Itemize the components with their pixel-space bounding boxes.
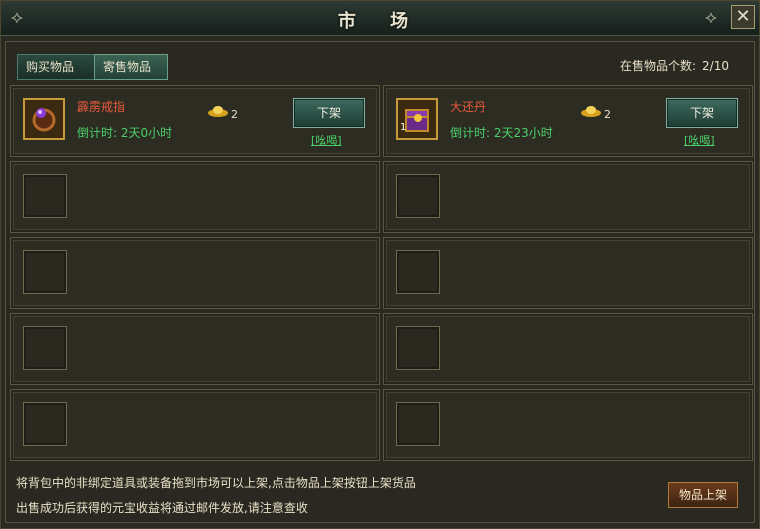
empty-item-box[interactable] xyxy=(23,250,67,294)
help-text-line2: 出售成功后获得的元宝收益将通过邮件发放,请注意查收 xyxy=(16,501,308,515)
item-price: 2 xyxy=(231,108,238,121)
gold-ingot-icon xyxy=(207,104,229,121)
items-on-sale-value: 2/10 xyxy=(702,59,729,73)
treasure-chest-icon[interactable]: 1 xyxy=(396,98,438,140)
empty-item-box[interactable] xyxy=(396,326,440,370)
help-text-line1: 将背包中的非绑定道具或装备拖到市场可以上架,点击物品上架按钮上架货品 xyxy=(16,476,416,490)
empty-slot[interactable] xyxy=(383,237,753,309)
listing-slot[interactable]: 霹雳戒指 2 倒计时: 2天0小时 下架 [吆喝] xyxy=(10,85,380,157)
empty-item-box[interactable] xyxy=(396,402,440,446)
empty-slot[interactable] xyxy=(383,161,753,233)
shout-link[interactable]: [吆喝] xyxy=(684,132,715,148)
window-title: 市 场 xyxy=(337,11,423,32)
tab-buy[interactable]: 购买物品 xyxy=(17,54,95,80)
empty-slot[interactable] xyxy=(383,313,753,385)
title-bar[interactable]: ⟡ 市 场 ⟡ ✕ xyxy=(1,1,759,36)
close-button[interactable]: ✕ xyxy=(731,5,755,29)
empty-slot[interactable] xyxy=(10,237,380,309)
item-price: 2 xyxy=(604,108,611,121)
items-on-sale-count: 在售物品个数: 2/10 xyxy=(614,57,729,74)
empty-item-box[interactable] xyxy=(23,402,67,446)
items-on-sale-label: 在售物品个数: xyxy=(620,59,697,73)
empty-item-box[interactable] xyxy=(23,326,67,370)
item-name: 霹雳戒指 xyxy=(77,100,126,114)
ornament-icon: ⟡ xyxy=(705,7,717,28)
empty-item-box[interactable] xyxy=(396,250,440,294)
countdown-timer: 倒计时: 2天0小时 xyxy=(77,126,173,140)
tab-consign[interactable]: 寄售物品 xyxy=(94,54,168,80)
close-icon[interactable]: ✕ xyxy=(735,6,750,27)
empty-slot[interactable] xyxy=(10,161,380,233)
item-quantity: 1 xyxy=(400,122,407,133)
empty-slot[interactable] xyxy=(10,389,380,461)
empty-slot[interactable] xyxy=(383,389,753,461)
market-window: ⟡ 市 场 ⟡ ✕ 购买物品 寄售物品 在售物品个数: 2/10 霹雳戒指 2 倒… xyxy=(0,0,760,529)
list-item-button[interactable]: 物品上架 xyxy=(668,482,738,508)
ring-icon[interactable] xyxy=(23,98,65,140)
delist-button[interactable]: 下架 xyxy=(293,98,365,128)
delist-button[interactable]: 下架 xyxy=(666,98,738,128)
item-name: 大还丹 xyxy=(450,100,487,114)
listing-slot[interactable]: 1 大还丹 2 倒计时: 2天23小时 下架 [吆喝] xyxy=(383,85,753,157)
content-panel: 购买物品 寄售物品 在售物品个数: 2/10 霹雳戒指 2 倒计时: 2天0小时 … xyxy=(5,41,755,523)
empty-item-box[interactable] xyxy=(23,174,67,218)
empty-item-box[interactable] xyxy=(396,174,440,218)
shout-link[interactable]: [吆喝] xyxy=(311,132,342,148)
gold-ingot-icon xyxy=(580,104,602,121)
empty-slot[interactable] xyxy=(10,313,380,385)
countdown-timer: 倒计时: 2天23小时 xyxy=(450,126,553,140)
